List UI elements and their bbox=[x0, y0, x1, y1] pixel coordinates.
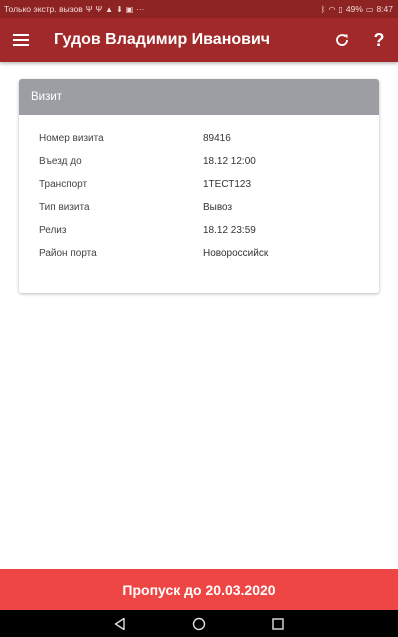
bell-icon: ▲ bbox=[105, 4, 114, 14]
detail-value: 1ТЕСТ123 bbox=[203, 179, 252, 190]
menu-icon bbox=[13, 34, 29, 46]
detail-row-release: Релиз 18.12 23:59 bbox=[19, 219, 379, 242]
card-header: Визит bbox=[19, 79, 379, 115]
screen: Только экстр. вызов Ψ Ψ ▲ ⬇ ▣ ··· ᛒ ◠ ▯ … bbox=[0, 0, 398, 637]
detail-label: Номер визита bbox=[39, 133, 104, 144]
refresh-button[interactable] bbox=[324, 18, 360, 62]
visit-card: Визит Номер визита 89416 Въезд до 18.12 … bbox=[19, 79, 379, 293]
usb-icon: Ψ bbox=[95, 4, 103, 14]
status-bar: Только экстр. вызов Ψ Ψ ▲ ⬇ ▣ ··· ᛒ ◠ ▯ … bbox=[0, 0, 398, 18]
help-icon: ? bbox=[373, 29, 385, 50]
app-bar: Гудов Владимир Иванович ? bbox=[0, 18, 398, 62]
detail-value: 18.12 23:59 bbox=[203, 225, 256, 236]
refresh-icon bbox=[336, 34, 348, 46]
navigation-bar bbox=[0, 610, 398, 637]
usb-icon: Ψ bbox=[85, 4, 93, 14]
help-button[interactable]: ? bbox=[360, 18, 398, 62]
detail-row-visit-type: Тип визита Вывоз bbox=[19, 196, 379, 219]
menu-button[interactable] bbox=[0, 18, 42, 62]
pass-button[interactable]: Пропуск до 20.03.2020 bbox=[0, 569, 398, 610]
detail-label: Транспорт bbox=[39, 179, 88, 190]
pass-button-label: Пропуск до 20.03.2020 bbox=[122, 581, 276, 598]
recents-icon[interactable] bbox=[271, 617, 285, 631]
wifi-icon: ◠ bbox=[328, 4, 336, 14]
carrier-text: Только экстр. вызов bbox=[4, 4, 83, 14]
detail-label: Релиз bbox=[39, 225, 67, 236]
battery-icon: ▯ bbox=[338, 4, 343, 14]
status-bar-right: ᛒ ◠ ▯ 49% ▭ 8:47 bbox=[321, 4, 393, 14]
status-bar-left: Только экстр. вызов Ψ Ψ ▲ ⬇ ▣ ··· bbox=[4, 4, 144, 14]
image-icon: ▣ bbox=[125, 4, 134, 14]
more-icon: ··· bbox=[136, 4, 145, 14]
detail-value: 18.12 12:00 bbox=[203, 156, 256, 167]
detail-row-port-area: Район порта Новороссийск bbox=[19, 242, 379, 265]
battery-percent: 49% bbox=[345, 4, 363, 14]
visit-details: Номер визита 89416 Въезд до 18.12 12:00 … bbox=[19, 115, 379, 265]
download-icon: ⬇ bbox=[116, 4, 123, 14]
detail-value: Новороссийск bbox=[203, 248, 269, 259]
detail-value: Вывоз bbox=[203, 202, 233, 213]
detail-label: Въезд до bbox=[39, 156, 82, 167]
page-title: Гудов Владимир Иванович bbox=[54, 31, 271, 48]
detail-value: 89416 bbox=[203, 133, 231, 144]
detail-label: Район порта bbox=[39, 248, 97, 259]
detail-label: Тип визита bbox=[39, 202, 90, 213]
bluetooth-icon: ᛒ bbox=[320, 4, 326, 14]
detail-row-transport: Транспорт 1ТЕСТ123 bbox=[19, 173, 379, 196]
detail-row-entry-until: Въезд до 18.12 12:00 bbox=[19, 150, 379, 173]
home-icon[interactable] bbox=[192, 617, 206, 631]
battery-level-icon: ▭ bbox=[365, 4, 374, 14]
back-icon[interactable] bbox=[113, 617, 127, 631]
clock: 8:47 bbox=[376, 4, 393, 14]
detail-row-visit-number: Номер визита 89416 bbox=[19, 127, 379, 150]
